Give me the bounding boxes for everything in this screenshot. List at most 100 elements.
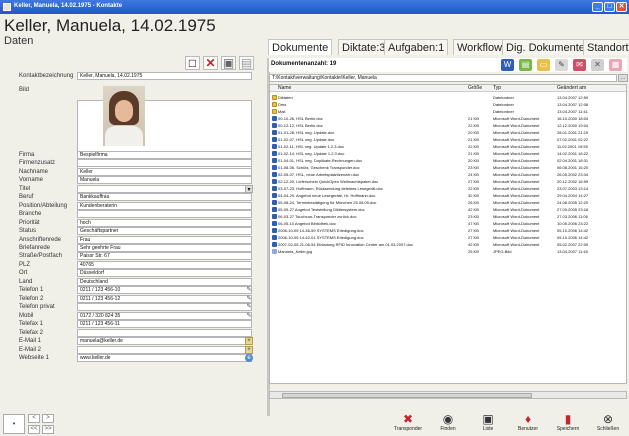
field-telefon-2[interactable]: 0211 / 123 456-12 — [77, 295, 252, 303]
list-item[interactable]: 02-05-07, HSL, neue Arbeitsplatzlizenzen… — [270, 171, 626, 178]
field-status[interactable]: Geschäftspartner — [77, 227, 252, 235]
more-button[interactable]: ▤ — [239, 56, 254, 70]
edit-icon[interactable]: ✎ — [245, 286, 253, 294]
field-kontaktbezeichnung[interactable]: Keller, Manuela, 14.02.1975 — [77, 72, 252, 80]
field-plz[interactable]: 40765 — [77, 261, 252, 269]
edit-icon[interactable]: ✎ — [245, 303, 253, 311]
list-item[interactable]: 01-01-28, HSL neg. Update.doc 20 KB Micros… — [270, 129, 626, 136]
list-item[interactable]: 04-04-29, Angebot neue Lesegeräte, Hr. H… — [270, 192, 626, 199]
field-telefax-2[interactable] — [77, 329, 252, 337]
field-webseite-1[interactable]: www.keller.de — [77, 354, 252, 362]
list-item[interactable]: 2006-10-05 14-46-59 SYSTEMS Erledigung.d… — [270, 227, 626, 234]
mail-icon[interactable]: ✉ — [573, 59, 586, 71]
open-website-icon[interactable]: e — [245, 354, 253, 362]
scan-icon[interactable]: ▤ — [519, 59, 532, 71]
tab-diktate-3[interactable]: Diktate:3 — [338, 39, 390, 55]
list-item[interactable]: Mail Dateiordner 13.04.2007 11:41 — [270, 108, 626, 115]
maximize-button[interactable]: □ — [604, 2, 615, 12]
field-position-abteilung[interactable]: Kundenberaterin — [77, 202, 252, 210]
finden-button[interactable]: ◉ Finden — [430, 412, 466, 436]
field-branche[interactable] — [77, 210, 252, 218]
list-item[interactable]: 2007-02-05 21-06-54 Einladung RFID Innov… — [270, 241, 626, 248]
schlie-en-button[interactable]: ⊗ Schließen — [590, 412, 626, 436]
field-titel[interactable] — [77, 185, 252, 193]
field-land[interactable]: Deutschland — [77, 278, 252, 286]
tab-dig-dokumente[interactable]: Dig. Dokumente — [502, 39, 589, 55]
column-header[interactable]: Name — [278, 85, 291, 92]
horizontal-scrollbar[interactable] — [269, 391, 627, 399]
field-telefax-1[interactable]: 0211 / 123 456-11 — [77, 320, 252, 328]
list-item[interactable]: 01-08-06, Schütz, Geschenk Transponder.d… — [270, 164, 626, 171]
list-item[interactable]: Diktaten Dateiordner 13.04.2007 12:59 — [270, 94, 626, 101]
scroll-thumb[interactable] — [282, 393, 532, 398]
tools-icon[interactable]: ✎ — [555, 59, 568, 71]
list-item[interactable]: 2006-10-05 14-42-01 SYSTEMS Erledigung.d… — [270, 234, 626, 241]
benutzer-button[interactable]: ♦ Benutzer — [510, 412, 546, 436]
field-vorname[interactable]: Manuela — [77, 176, 252, 184]
next-record-button[interactable]: > — [42, 414, 54, 423]
file-date: 10.05.2006 23:22 — [557, 221, 589, 226]
field-e-mail-2[interactable] — [77, 346, 252, 354]
field-firmenzusatz[interactable] — [77, 159, 252, 167]
field-ort[interactable]: Düsseldorf — [77, 269, 252, 277]
list-item[interactable]: Dms Dateiordner 13.04.2007 12:08 — [270, 101, 626, 108]
delete-record-button[interactable]: ✕ — [203, 56, 218, 70]
field-nachname[interactable]: Keller — [77, 168, 252, 176]
list-item[interactable]: 02-12-20, Lieferschein QuickOpen Weihnac… — [270, 178, 626, 185]
minimize-button[interactable]: _ — [592, 2, 603, 12]
list-item[interactable]: 00-10-26, HSL Berlin.doc 21 KB Microsoft W… — [270, 115, 626, 122]
field-briefanrede[interactable]: Sehr geehrte Frau — [77, 244, 252, 252]
list-item[interactable]: Manuela_Keller.jpg 25 KB JPEG-Bild 13.04.20… — [270, 248, 626, 255]
list-item[interactable]: 01-04-01, HSL neg. Duplikate-Rechnungen.… — [270, 157, 626, 164]
list-item[interactable]: 00-12-12, HSL Berlin.doc 22 KB Microsoft W… — [270, 122, 626, 129]
column-header[interactable]: Geändert am — [557, 85, 586, 92]
field-firma[interactable]: Bespielfirma — [77, 151, 252, 159]
add-email-icon[interactable]: + — [245, 346, 253, 354]
field-telefon-1[interactable]: 0211 / 123 456-10 — [77, 286, 252, 294]
close-window-button[interactable]: ✕ — [616, 2, 627, 12]
field-telefon-privat[interactable] — [77, 303, 252, 311]
path-browse-button[interactable]: … — [618, 74, 628, 82]
field-anschriftenrede[interactable]: Frau — [77, 236, 252, 244]
list-item[interactable]: 01-02-07, HSL neg. Update.doc 21 KB Micros… — [270, 136, 626, 143]
tab-workflow[interactable]: Workflow — [453, 39, 507, 55]
new-record-button[interactable]: □ — [185, 56, 200, 70]
word-doc-icon[interactable]: W — [501, 59, 514, 71]
edit-icon[interactable]: ✎ — [245, 312, 253, 320]
field-e-mail-1[interactable]: manuela@keller.de — [77, 337, 252, 345]
list-item[interactable]: 01-02-14, HSL neg. Update 1.2.3.doc 21 KB… — [270, 150, 626, 157]
record-indicator[interactable]: • — [3, 414, 25, 434]
file-date: 05.10.2006 14:42 — [557, 228, 589, 233]
path-field[interactable]: T:\Kontakt\verwaltung\Kontakte\Keller, M… — [269, 74, 617, 82]
list-item[interactable]: 05-08-24, Terminbestätigung für München … — [270, 199, 626, 206]
liste-button[interactable]: ▣ Liste — [470, 412, 506, 436]
dropdown-icon[interactable]: ▾ — [245, 185, 253, 193]
transponder-button[interactable]: ✖ Transponder — [390, 412, 426, 436]
edit-icon[interactable]: ✎ — [245, 295, 253, 303]
last-record-button[interactable]: >> — [42, 425, 54, 434]
list-item[interactable]: 01-02-11, HSL neg. Update 1.2.3.doc 22 KB… — [270, 143, 626, 150]
folder-add-icon[interactable]: ▭ — [537, 59, 550, 71]
list-item[interactable]: 06-05-10 Angebot Bibliothek.doc 47 KB Micr… — [270, 220, 626, 227]
tab-dokumente[interactable]: Dokumente — [268, 39, 333, 55]
tab-aufgaben-1[interactable]: Aufgaben:1 — [384, 39, 449, 55]
print-icon[interactable]: ▦ — [609, 59, 622, 71]
prev-record-button[interactable]: < — [28, 414, 40, 423]
file-list[interactable]: Name Größe Typ Geändert am Diktaten Dateiord… — [269, 84, 627, 384]
list-item[interactable]: 03-07-23, Hoffmann, Rücksendung defektes… — [270, 185, 626, 192]
image-button[interactable]: ▣ — [221, 56, 236, 70]
list-item[interactable]: 05-09-27 Angebot Teststellung Diktiersys… — [270, 206, 626, 213]
field-stra-e-postfach[interactable]: Paissr Str. 67 — [77, 252, 252, 260]
list-item[interactable]: 06-03-27 Touchcon-Transponder zurück.doc… — [270, 213, 626, 220]
speichern-button[interactable]: ▮ Speichern — [550, 412, 586, 436]
field-priorit-t[interactable]: hoch — [77, 219, 252, 227]
file-name: Dms — [278, 102, 287, 107]
field-beruf[interactable]: Bankkauffrau — [77, 193, 252, 201]
add-email-icon[interactable]: + — [245, 337, 253, 345]
delete-doc-icon[interactable]: ✕ — [591, 59, 604, 71]
field-mobil[interactable]: 0172 / 320 824 35 — [77, 312, 252, 320]
column-header[interactable]: Größe — [468, 85, 482, 92]
tab-standorte[interactable]: Standorte — [583, 39, 629, 55]
first-record-button[interactable]: << — [28, 425, 40, 434]
column-header[interactable]: Typ — [493, 85, 501, 92]
